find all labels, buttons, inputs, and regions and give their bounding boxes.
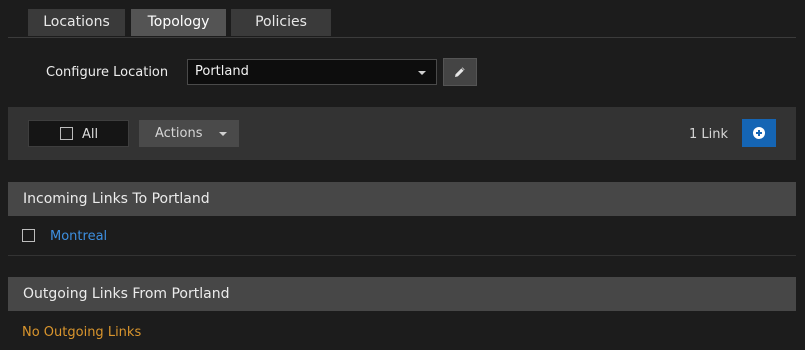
actions-label: Actions <box>155 126 203 141</box>
link-row-checkbox[interactable] <box>22 229 35 242</box>
outgoing-links-header: Outgoing Links From Portland <box>8 277 796 311</box>
tab-topology[interactable]: Topology <box>131 9 226 36</box>
caret-down-icon <box>219 132 227 136</box>
plus-circle-icon <box>753 127 765 139</box>
actions-dropdown-button[interactable]: Actions <box>139 120 239 147</box>
pencil-icon <box>455 67 465 77</box>
select-all-control[interactable]: All <box>28 120 129 147</box>
caret-down-icon <box>418 71 426 75</box>
tab-bar: Locations Topology Policies <box>0 0 805 38</box>
add-link-button[interactable] <box>742 119 776 147</box>
scrollbar-track[interactable] <box>799 0 805 350</box>
tab-policies[interactable]: Policies <box>231 9 331 36</box>
link-count: 1 Link <box>688 127 728 142</box>
incoming-links-header: Incoming Links To Portland <box>8 182 796 216</box>
edit-location-button[interactable] <box>443 58 477 86</box>
tab-divider <box>8 37 796 38</box>
tab-locations[interactable]: Locations <box>28 9 125 36</box>
row-divider <box>8 255 796 256</box>
links-toolbar: All Actions 1 Link <box>8 107 796 160</box>
select-all-label: All <box>82 127 99 142</box>
no-outgoing-links-message: No Outgoing Links <box>22 325 142 340</box>
select-all-checkbox[interactable] <box>60 127 73 140</box>
incoming-link-montreal[interactable]: Montreal <box>50 228 107 245</box>
location-select-value: Portland <box>195 64 249 79</box>
configure-location-label: Configure Location <box>46 65 169 80</box>
location-select[interactable]: Portland <box>187 59 437 85</box>
